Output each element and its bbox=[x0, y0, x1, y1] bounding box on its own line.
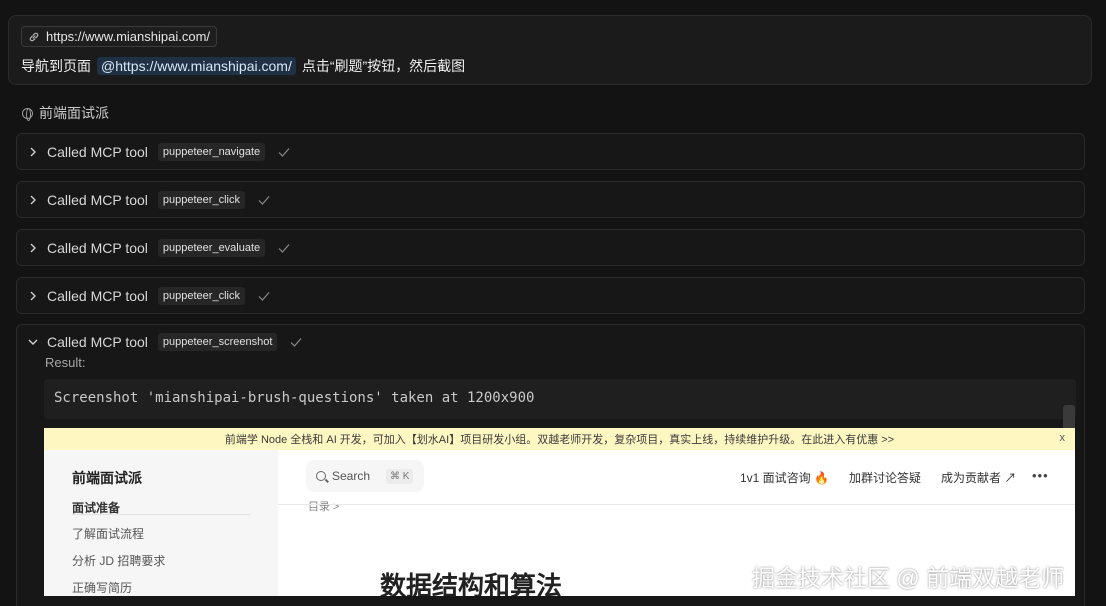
check-icon bbox=[278, 243, 290, 253]
banner-text: 前端学 Node 全栈和 AI 开发，可加入【划水AI】项目研发小组。双越老师开… bbox=[224, 434, 895, 446]
chat-panel: https://www.mianshipai.com/ 导航到页面 @https… bbox=[0, 0, 1106, 606]
nav-link: 成为贡献者 ↗ bbox=[940, 471, 1017, 485]
sidebar-item: 正确写简历 bbox=[72, 581, 133, 595]
more-icon: ••• bbox=[1032, 468, 1049, 483]
site-sidebar: 前端面试派 面试准备 了解面试流程 分析 JD 招聘要求 正确写简历 bbox=[44, 450, 278, 596]
app-name: 前端面试派 bbox=[39, 105, 109, 121]
site-nav: 1v1 面试咨询 🔥 加群讨论答疑 成为贡献者 ↗ bbox=[740, 469, 1016, 486]
prompt-before: 导航到页面 bbox=[21, 58, 91, 74]
check-icon bbox=[258, 291, 270, 301]
url-chip-label: https://www.mianshipai.com/ bbox=[46, 29, 211, 44]
chevron-right-icon bbox=[30, 195, 36, 204]
tool-call-label: Called MCP tool bbox=[47, 239, 148, 256]
url-context-chip[interactable]: https://www.mianshipai.com/ bbox=[21, 26, 218, 47]
user-message: https://www.mianshipai.com/ 导航到页面 @https… bbox=[8, 15, 1092, 85]
chevron-right-icon bbox=[30, 147, 36, 156]
search-icon bbox=[316, 471, 326, 481]
search-label: Search bbox=[332, 469, 371, 483]
site-search: Search ⌘ K bbox=[306, 460, 424, 492]
chevron-down-icon bbox=[28, 339, 38, 345]
prompt-text: 导航到页面 @https://www.mianshipai.com/ 点击“刷题… bbox=[21, 56, 465, 76]
sidebar-item: 分析 JD 招聘要求 bbox=[72, 554, 166, 568]
tool-name-chip: puppeteer_click bbox=[157, 190, 245, 209]
tool-call-row[interactable]: Called MCP tool puppeteer_click bbox=[16, 181, 1085, 218]
close-icon: x bbox=[1059, 432, 1066, 444]
check-icon bbox=[278, 147, 290, 157]
promo-banner: 前端学 Node 全栈和 AI 开发，可加入【划水AI】项目研发小组。双越老师开… bbox=[44, 428, 1075, 450]
site-title: 前端面试派 bbox=[72, 470, 142, 486]
prompt-after: 点击“刷题”按钮，然后截图 bbox=[301, 58, 466, 74]
tool-call-label: Called MCP tool bbox=[47, 287, 148, 304]
tool-name-chip: puppeteer_evaluate bbox=[157, 238, 266, 257]
divider bbox=[72, 514, 250, 515]
sidebar-item: 了解面试流程 bbox=[72, 527, 145, 541]
tool-call-row[interactable]: Called MCP tool puppeteer_navigate bbox=[16, 133, 1085, 170]
url-mention[interactable]: @https://www.mianshipai.com/ bbox=[97, 57, 296, 75]
chevron-right-icon bbox=[30, 243, 36, 252]
tool-call-row[interactable]: Called MCP tool puppeteer_evaluate bbox=[16, 229, 1085, 266]
nav-link: 1v1 面试咨询 🔥 bbox=[740, 471, 829, 485]
tool-call-header[interactable]: Called MCP tool puppeteer_screenshot bbox=[27, 333, 303, 351]
divider bbox=[278, 504, 1075, 505]
shortcut-hint: ⌘ K bbox=[386, 468, 414, 484]
tool-call-row[interactable]: Called MCP tool puppeteer_click bbox=[16, 277, 1085, 314]
result-code: Screenshot 'mianshipai-brush-questions' … bbox=[44, 379, 1076, 419]
breadcrumb: 目录 > bbox=[308, 501, 340, 513]
tool-call-label: Called MCP tool bbox=[47, 334, 148, 350]
nav-link: 加群讨论答疑 bbox=[848, 471, 921, 485]
check-icon bbox=[258, 195, 270, 205]
tool-name-chip: puppeteer_navigate bbox=[157, 142, 266, 161]
tool-name-chip: puppeteer_click bbox=[157, 286, 245, 305]
tool-call-label: Called MCP tool bbox=[47, 143, 148, 160]
chevron-right-icon bbox=[30, 291, 36, 300]
page-heading: 数据结构和算法 bbox=[380, 571, 563, 596]
link-icon bbox=[29, 32, 39, 41]
app-context: 前端面试派 bbox=[22, 103, 109, 123]
globe-icon bbox=[22, 107, 33, 121]
tool-call-label: Called MCP tool bbox=[47, 191, 148, 208]
watermark: 掘金技术社区 @ 前端双越老师 bbox=[752, 565, 1065, 591]
check-icon bbox=[290, 338, 302, 347]
result-label: Result: bbox=[45, 355, 86, 370]
tool-name-chip: puppeteer_screenshot bbox=[157, 333, 278, 351]
